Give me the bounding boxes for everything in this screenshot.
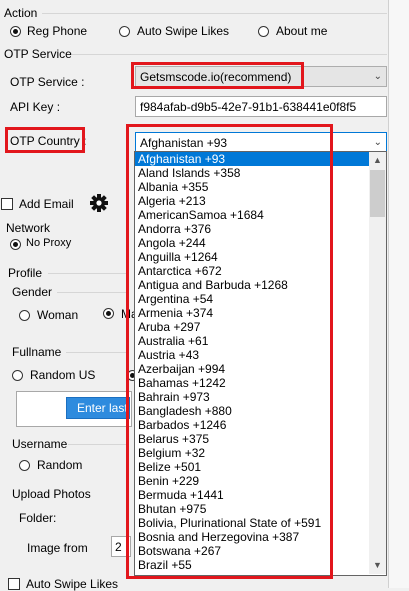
username-group-label: Username	[12, 437, 68, 451]
otp-service-group-divider	[72, 54, 387, 55]
chevron-down-icon[interactable]: ⌄	[374, 67, 382, 86]
api-key-label: API Key :	[10, 100, 61, 114]
radio-about-me-circle[interactable]	[258, 26, 269, 37]
network-group-label: Network	[6, 221, 51, 235]
auto-swipe-checkbox[interactable]	[8, 578, 20, 590]
action-group-divider	[42, 13, 387, 14]
scroll-up-icon[interactable]: ▲	[369, 152, 386, 169]
highlight-otp-country-label	[5, 127, 85, 153]
radio-woman[interactable]	[19, 310, 30, 321]
gender-group-divider	[57, 292, 127, 293]
auto-swipe-bottom-label[interactable]: Auto Swipe Likes	[26, 577, 118, 591]
upload-photos-group-label: Upload Photos	[12, 487, 91, 501]
chevron-down-icon[interactable]: ⌄	[374, 133, 382, 151]
add-email-label[interactable]: Add Email	[19, 197, 74, 211]
radio-random-username-label[interactable]: Random	[37, 458, 82, 472]
highlight-otp-service	[131, 62, 304, 89]
gender-group-label: Gender	[12, 285, 53, 299]
api-key-input[interactable]: f984afab-d9b5-42e7-91b1-638441e0f8f5	[135, 96, 387, 117]
radio-reg-phone-circle[interactable]	[10, 26, 21, 37]
radio-auto-swipe-circle[interactable]	[119, 26, 130, 37]
scrollbar-thumb[interactable]	[370, 170, 385, 217]
radio-reg-phone-label[interactable]: Reg Phone	[27, 24, 87, 38]
radio-woman-label[interactable]: Woman	[37, 308, 78, 322]
image-from-label: Image from	[27, 541, 88, 555]
radio-no-proxy[interactable]	[10, 239, 21, 250]
highlight-country-dropdown	[126, 124, 333, 579]
radio-random-username[interactable]	[19, 460, 30, 471]
otp-service-field-label: OTP Service :	[10, 75, 85, 89]
otp-service-group-label: OTP Service	[4, 47, 72, 61]
fullname-group-label: Fullname	[12, 345, 62, 359]
folder-label: Folder:	[19, 511, 57, 525]
action-group-label: Action	[4, 6, 38, 20]
enter-last-name-button[interactable]: Enter last n	[66, 397, 130, 419]
radio-no-proxy-label[interactable]: No Proxy	[26, 237, 71, 249]
radio-about-me-label[interactable]: About me	[276, 24, 327, 38]
profile-group-label: Profile	[8, 266, 43, 280]
username-group-divider	[68, 444, 127, 445]
fullname-group-divider	[66, 352, 127, 353]
gear-icon[interactable]	[88, 192, 110, 214]
dropdown-scrollbar[interactable]: ▲ ▼	[369, 152, 386, 574]
radio-auto-swipe-label[interactable]: Auto Swipe Likes	[137, 24, 229, 38]
scroll-down-icon[interactable]: ▼	[369, 557, 386, 574]
radio-man[interactable]	[103, 308, 114, 319]
radio-random-us-label[interactable]: Random US	[30, 368, 95, 382]
add-email-checkbox[interactable]	[1, 198, 13, 210]
profile-group-divider	[48, 273, 128, 274]
radio-random-us[interactable]	[12, 370, 23, 381]
window-margin	[389, 0, 409, 588]
